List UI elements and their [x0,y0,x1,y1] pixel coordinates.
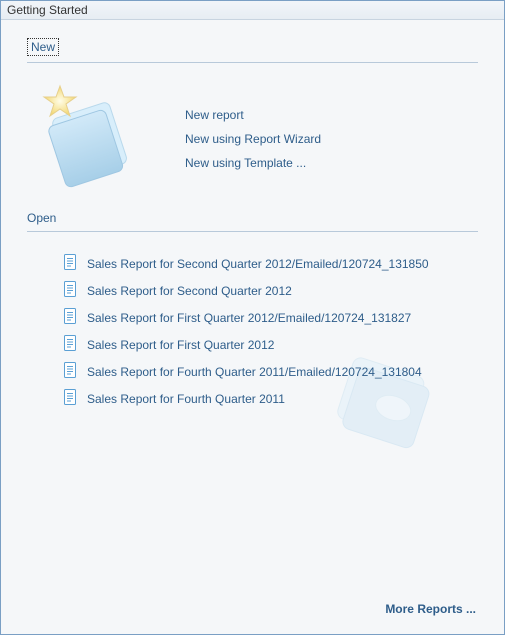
recent-report-label: Sales Report for Fourth Quarter 2011/Ema… [87,365,422,379]
new-report-link[interactable]: New report [185,108,321,122]
document-icon [63,362,77,381]
content-area: New [1,20,504,420]
recent-report-item[interactable]: Sales Report for Fourth Quarter 2011 [63,389,478,408]
recent-report-label: Sales Report for First Quarter 2012/Emai… [87,311,411,325]
recent-report-item[interactable]: Sales Report for First Quarter 2012/Emai… [63,308,478,327]
document-icon [63,254,77,273]
panel-title: Getting Started [1,1,504,20]
recent-report-label: Sales Report for Second Quarter 2012 [87,284,292,298]
recent-report-label: Sales Report for Fourth Quarter 2011 [87,392,285,406]
new-section: New report New using Report Wizard New u… [27,71,478,201]
recent-report-item[interactable]: Sales Report for First Quarter 2012 [63,335,478,354]
recent-reports-list: Sales Report for Second Quarter 2012/Ema… [63,254,478,408]
document-icon [63,335,77,354]
document-icon [63,308,77,327]
new-template-link[interactable]: New using Template ... [185,156,321,170]
recent-report-label: Sales Report for First Quarter 2012 [87,338,274,352]
open-section-title: Open [27,211,56,225]
recent-report-item[interactable]: Sales Report for Fourth Quarter 2011/Ema… [63,362,478,381]
recent-report-item[interactable]: Sales Report for Second Quarter 2012 [63,281,478,300]
recent-report-item[interactable]: Sales Report for Second Quarter 2012/Ema… [63,254,478,273]
getting-started-panel: Getting Started New [0,0,505,635]
document-icon [63,281,77,300]
new-wizard-link[interactable]: New using Report Wizard [185,132,321,146]
more-reports-link[interactable]: More Reports ... [385,602,476,616]
new-section-title: New [27,38,59,56]
new-section-divider [27,62,478,63]
new-star-document-icon [27,76,147,196]
open-section-divider [27,231,478,232]
new-actions: New report New using Report Wizard New u… [185,102,321,170]
document-icon [63,389,77,408]
recent-report-label: Sales Report for Second Quarter 2012/Ema… [87,257,429,271]
